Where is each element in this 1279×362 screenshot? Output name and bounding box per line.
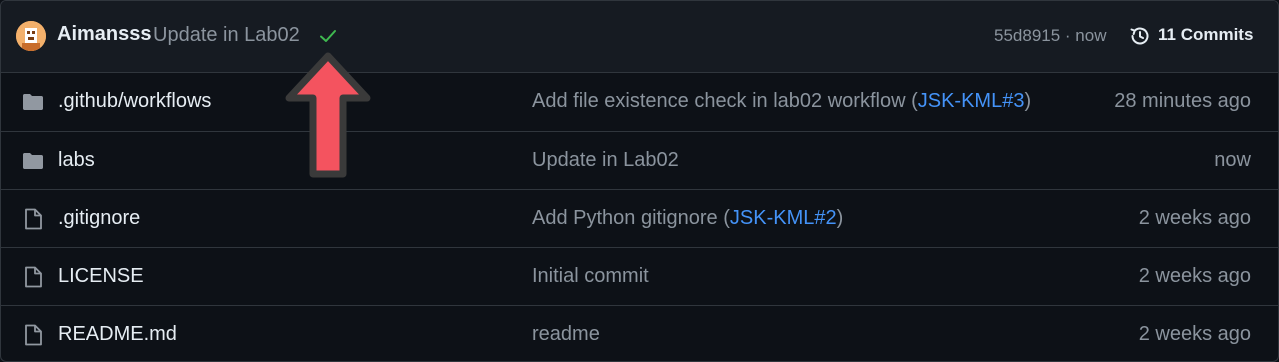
- commit-time: 2 weeks ago: [1138, 323, 1251, 345]
- file-row[interactable]: README.md readme 2 weeks ago: [1, 305, 1278, 361]
- commit-message-link[interactable]: Update in Lab02: [532, 149, 679, 172]
- commits-link[interactable]: 11 Commits: [1158, 25, 1253, 45]
- file-name-link[interactable]: .github/workflows: [58, 90, 211, 113]
- commit-time: 2 weeks ago: [1138, 207, 1251, 229]
- commit-message-link[interactable]: Initial commit: [532, 265, 649, 288]
- pull-request-link[interactable]: JSK-KML#2: [730, 207, 837, 229]
- commit-author[interactable]: Aimansss: [57, 23, 152, 46]
- commit-message-text: Add Python gitignore (: [532, 207, 730, 229]
- file-row[interactable]: labs Update in Lab02 now: [1, 131, 1278, 189]
- folder-icon: [21, 149, 45, 173]
- check-icon[interactable]: [317, 25, 339, 47]
- file-row[interactable]: .github/workflows Add file existence chec…: [1, 73, 1278, 130]
- file-row[interactable]: LICENSE Initial commit 2 weeks ago: [1, 247, 1278, 305]
- folder-icon: [21, 90, 45, 114]
- file-name-link[interactable]: LICENSE: [58, 265, 144, 288]
- commit-message-text: Initial commit: [532, 265, 649, 287]
- commit-message-text-end: ): [1024, 90, 1032, 112]
- file-icon: [21, 265, 45, 289]
- file-row[interactable]: .gitignore Add Python gitignore (JSK-KML#…: [1, 189, 1278, 247]
- commit-message-text: readme: [532, 323, 600, 345]
- file-name-link[interactable]: labs: [58, 149, 95, 172]
- commit-sha-time[interactable]: 55d8915 · now: [994, 26, 1106, 46]
- commit-message-text: Update in Lab02: [532, 149, 679, 171]
- commit-message-text: Add file existence check in lab02 workfl…: [532, 90, 918, 112]
- commit-time: 28 minutes ago: [1114, 90, 1251, 112]
- commit-message-link[interactable]: readme: [532, 323, 600, 346]
- commit-message-link[interactable]: Add file existence check in lab02 workfl…: [532, 90, 1031, 113]
- latest-commit-message[interactable]: Update in Lab02: [153, 24, 300, 47]
- file-name-link[interactable]: .gitignore: [58, 207, 140, 230]
- history-icon[interactable]: [1128, 24, 1152, 48]
- latest-commit-header: Aimansss Update in Lab02 55d8915 · now 1…: [1, 1, 1278, 73]
- file-name-link[interactable]: README.md: [58, 323, 177, 346]
- commit-message-link[interactable]: Add Python gitignore (JSK-KML#2): [532, 207, 843, 230]
- pull-request-link[interactable]: JSK-KML#3: [918, 90, 1025, 112]
- avatar[interactable]: [16, 21, 46, 51]
- file-browser: Aimansss Update in Lab02 55d8915 · now 1…: [0, 0, 1279, 362]
- commit-time: now: [1214, 149, 1251, 171]
- red-arrow-annotation: [285, 52, 371, 178]
- file-icon: [21, 323, 45, 347]
- commit-message-text-end: ): [836, 207, 844, 229]
- commit-time: 2 weeks ago: [1138, 265, 1251, 287]
- file-icon: [21, 207, 45, 231]
